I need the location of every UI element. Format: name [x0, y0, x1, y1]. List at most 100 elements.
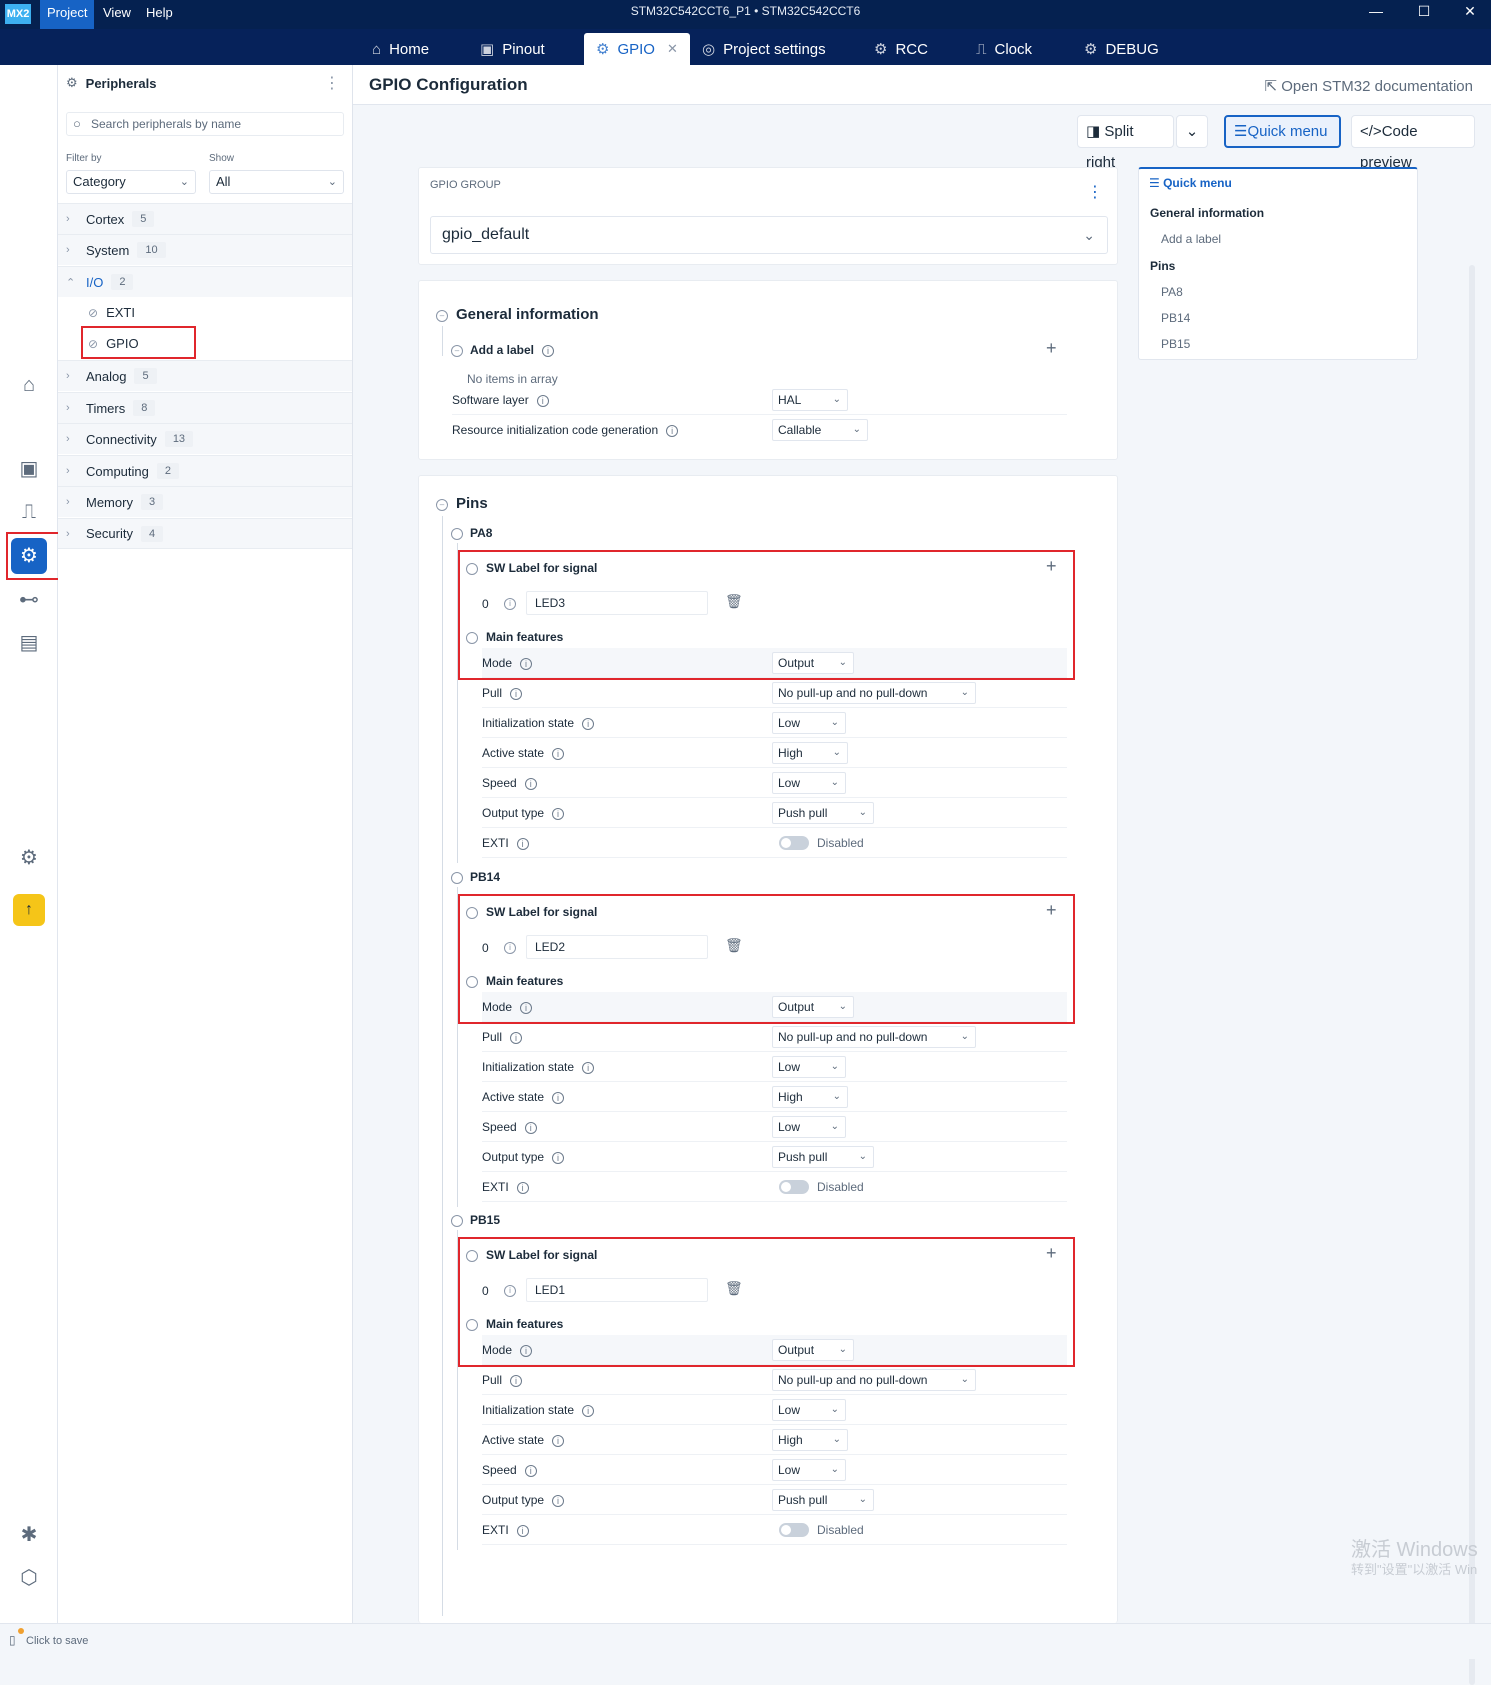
update-icon[interactable]: ↑ [13, 894, 45, 926]
collapse-icon[interactable]: – [436, 499, 448, 511]
category-connectivity[interactable]: › Connectivity 13 [58, 423, 352, 454]
pull-select[interactable]: No pull-up and no pull-down ⌄ [772, 682, 976, 704]
show-select[interactable]: All ⌄ [209, 170, 344, 194]
category-cortex[interactable]: › Cortex 5 [58, 203, 352, 234]
info-icon[interactable]: i [516, 1524, 529, 1537]
collapse-icon[interactable] [451, 872, 463, 884]
pull-select[interactable]: No pull-up and no pull-down ⌄ [772, 1026, 976, 1048]
tab-clock[interactable]: ⎍ Clock [964, 33, 1044, 65]
add-icon[interactable]: + [1046, 338, 1057, 359]
quick-menu-general[interactable]: General information [1150, 206, 1264, 220]
collapse-icon[interactable] [451, 528, 463, 540]
info-icon[interactable]: i [552, 1091, 565, 1104]
init-select[interactable]: Low ⌄ [772, 1399, 846, 1421]
info-icon[interactable]: i [516, 1181, 529, 1194]
save-icon[interactable]: ▯ [9, 1633, 16, 1647]
exti-toggle[interactable] [779, 1523, 809, 1537]
info-icon[interactable]: i [510, 1031, 523, 1044]
category-analog[interactable]: › Analog 5 [58, 360, 352, 391]
quick-menu-add-label[interactable]: Add a label [1161, 232, 1221, 246]
collapse-icon[interactable]: – [436, 310, 448, 322]
collapse-icon[interactable]: – [451, 345, 463, 357]
info-icon[interactable]: i [582, 1061, 595, 1074]
filter-select[interactable]: Category ⌄ [66, 170, 196, 194]
chip-icon[interactable]: ▣ [11, 451, 47, 487]
split-right-button[interactable]: ◨ Split right [1077, 115, 1174, 171]
category-timers[interactable]: › Timers 8 [58, 392, 352, 423]
field-label-text: Software layer [452, 393, 529, 407]
field-label: EXTI i [482, 836, 529, 850]
exti-toggle[interactable] [779, 836, 809, 850]
scrollbar[interactable] [1469, 265, 1475, 1685]
info-icon[interactable]: i [552, 1151, 565, 1164]
peripheral-exti[interactable]: ⊘ EXTI [58, 297, 352, 328]
tab-pinout[interactable]: ▣ Pinout [468, 33, 557, 65]
board-icon[interactable]: ▤ [11, 625, 47, 661]
kebab-menu-icon[interactable]: ⋮ [1087, 182, 1103, 202]
speed-select[interactable]: Low ⌄ [772, 1459, 846, 1481]
pull-select[interactable]: No pull-up and no pull-down ⌄ [772, 1369, 976, 1391]
tab-debug[interactable]: ⚙ DEBUG [1072, 33, 1171, 65]
otype-select[interactable]: Push pull ⌄ [772, 802, 874, 824]
active-select[interactable]: High ⌄ [772, 1086, 848, 1108]
category-memory[interactable]: › Memory 3 [58, 486, 352, 517]
quick-menu-pin-pb14[interactable]: PB14 [1161, 311, 1190, 325]
quick-menu-button[interactable]: ☰Quick menu [1224, 115, 1341, 148]
category-system[interactable]: › System 10 [58, 234, 352, 265]
search-input[interactable]: ○ Search peripherals by name [66, 112, 344, 136]
speed-select[interactable]: Low ⌄ [772, 772, 846, 794]
tab-rcc[interactable]: ⚙ RCC [862, 33, 940, 65]
info-icon[interactable]: i [666, 424, 679, 437]
split-dropdown-button[interactable]: ⌄ [1176, 115, 1208, 148]
tab-gpio[interactable]: ⚙ GPIO ✕ [584, 33, 690, 65]
collapse-icon[interactable] [451, 1215, 463, 1227]
info-icon[interactable]: i [552, 807, 565, 820]
exti-toggle[interactable] [779, 1180, 809, 1194]
info-icon[interactable]: i [582, 717, 595, 730]
code-preview-button[interactable]: </>Code preview [1351, 115, 1475, 171]
quick-menu-pins[interactable]: Pins [1150, 259, 1175, 273]
plugin-icon[interactable]: ✱ [11, 1517, 47, 1553]
info-icon[interactable]: i [536, 394, 549, 407]
info-icon[interactable]: i [552, 1434, 565, 1447]
category-computing[interactable]: › Computing 2 [58, 455, 352, 486]
init-select[interactable]: Low ⌄ [772, 1056, 846, 1078]
resource-generation-select[interactable]: Callable ⌄ [772, 419, 868, 441]
maximize-button[interactable]: ☐ [1401, 0, 1447, 24]
info-icon[interactable]: i [510, 687, 523, 700]
quick-menu-pin-pa8[interactable]: PA8 [1161, 285, 1183, 299]
gpio-group-select[interactable]: gpio_default ⌄ [430, 216, 1108, 254]
init-select[interactable]: Low ⌄ [772, 712, 846, 734]
kebab-menu-icon[interactable]: ⋮ [324, 73, 340, 93]
documentation-link[interactable]: ⇱ Open STM32 documentation [1264, 77, 1473, 95]
info-icon[interactable]: i [542, 344, 555, 357]
save-status[interactable]: Click to save [26, 1635, 88, 1647]
info-icon[interactable]: i [582, 1404, 595, 1417]
gear-icon[interactable]: ⬡ [11, 1560, 47, 1596]
quick-menu-pin-pb15[interactable]: PB15 [1161, 337, 1190, 351]
tab-home[interactable]: ⌂ Home [360, 33, 441, 65]
info-icon[interactable]: i [552, 1494, 565, 1507]
close-tab-icon[interactable]: ✕ [667, 41, 678, 57]
otype-select[interactable]: Push pull ⌄ [772, 1146, 874, 1168]
close-window-button[interactable]: ✕ [1447, 0, 1491, 24]
info-icon[interactable]: i [516, 837, 529, 850]
category-security[interactable]: › Security 4 [58, 518, 352, 549]
otype-select[interactable]: Push pull ⌄ [772, 1489, 874, 1511]
signal-icon[interactable]: ⎍ [11, 494, 47, 530]
connect-icon[interactable]: ⊷ [11, 582, 47, 618]
settings-icon[interactable]: ⚙ [11, 840, 47, 876]
category-io[interactable]: ⌃ I/O 2 [58, 266, 352, 297]
info-icon[interactable]: i [552, 747, 565, 760]
active-select[interactable]: High ⌄ [772, 1429, 848, 1451]
home-icon[interactable]: ⌂ [11, 367, 47, 403]
speed-select[interactable]: Low ⌄ [772, 1116, 846, 1138]
info-icon[interactable]: i [524, 777, 537, 790]
info-icon[interactable]: i [524, 1464, 537, 1477]
info-icon[interactable]: i [524, 1121, 537, 1134]
tab-project-settings[interactable]: ◎ Project settings [690, 33, 838, 65]
software-layer-select[interactable]: HAL ⌄ [772, 389, 848, 411]
active-select[interactable]: High ⌄ [772, 742, 848, 764]
minimize-button[interactable]: — [1353, 0, 1399, 24]
info-icon[interactable]: i [510, 1374, 523, 1387]
